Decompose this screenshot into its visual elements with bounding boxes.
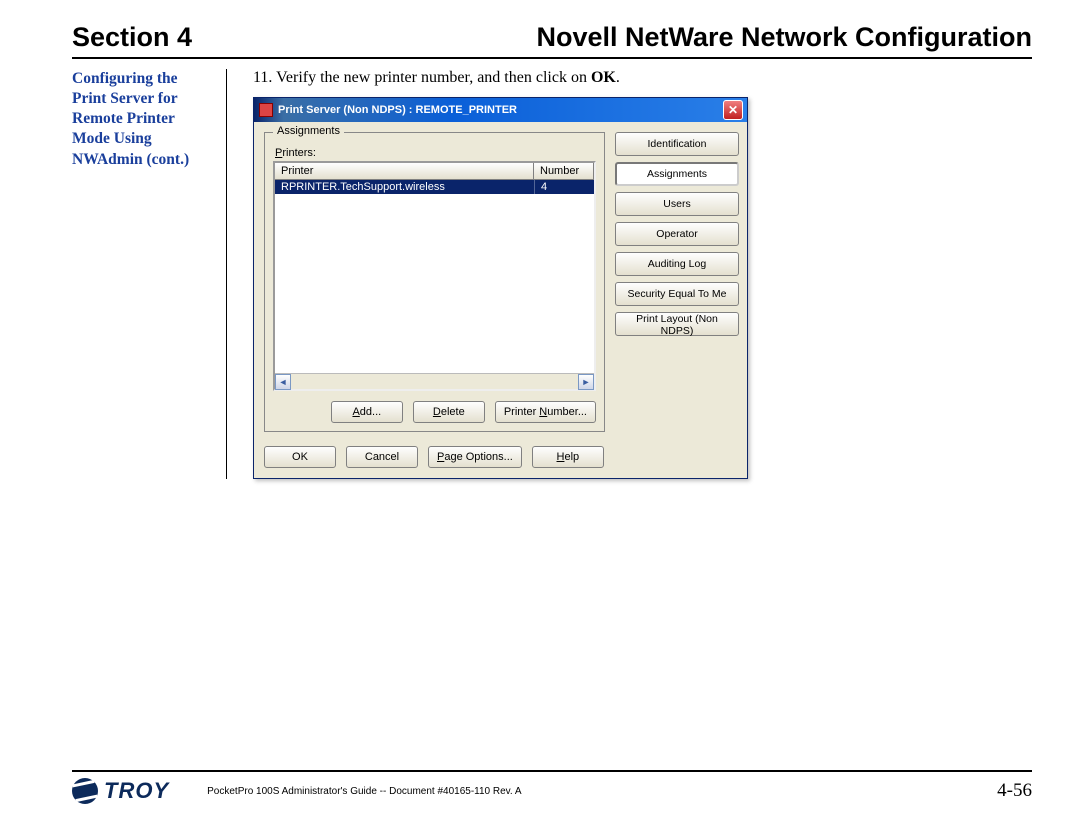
troy-logo-icon: [72, 778, 98, 804]
tab-operator[interactable]: Operator: [615, 222, 739, 246]
row-number: 4: [534, 180, 594, 194]
scroll-left-button[interactable]: ◄: [275, 374, 291, 390]
page-number: 4-56: [997, 780, 1032, 802]
list-row[interactable]: RPRINTER.TechSupport.wireless 4: [275, 180, 594, 194]
list-empty-area[interactable]: [275, 194, 594, 373]
group-legend: Assignments: [273, 125, 344, 137]
dialog-tab-panel: Identification Assignments Users Operato…: [613, 128, 741, 436]
step-number: 11.: [253, 69, 272, 86]
close-button[interactable]: ✕: [723, 100, 743, 120]
delete-u: D: [433, 406, 441, 418]
printers-label-rest: rinters:: [282, 147, 316, 159]
chapter-title: Novell NetWare Network Configuration: [536, 22, 1032, 53]
troy-logo: TROY: [72, 778, 169, 804]
sidebar-heading: Configuring the Print Server for Remote …: [72, 69, 214, 170]
page-options-button[interactable]: Page Options...: [428, 446, 522, 468]
app-icon: [259, 103, 273, 117]
tab-security-equal[interactable]: Security Equal To Me: [615, 282, 739, 306]
page-rest: age Options...: [444, 451, 513, 463]
add-rest: dd...: [360, 406, 381, 418]
tab-identification[interactable]: Identification: [615, 132, 739, 156]
printers-label: Printers:: [275, 147, 596, 159]
ok-button[interactable]: OK: [264, 446, 336, 468]
dialog-titlebar[interactable]: Print Server (Non NDPS) : REMOTE_PRINTER…: [254, 98, 747, 122]
add-u: A: [352, 406, 359, 418]
step-bold: OK: [591, 69, 616, 86]
assignments-groupbox: Assignments Printers: Printer Number: [264, 132, 605, 432]
step-prefix: Verify the new printer number, and then …: [276, 69, 591, 86]
pn-rest: umber...: [547, 406, 587, 418]
dialog-title: Print Server (Non NDPS) : REMOTE_PRINTER: [278, 104, 723, 116]
printer-number-button[interactable]: Printer Number...: [495, 401, 596, 423]
tab-assignments[interactable]: Assignments: [615, 162, 739, 186]
step-suffix: .: [616, 69, 620, 86]
troy-logo-text: TROY: [104, 778, 169, 804]
page-footer: TROY PocketPro 100S Administrator's Guid…: [72, 770, 1032, 804]
help-button[interactable]: Help: [532, 446, 604, 468]
doc-info: PocketPro 100S Administrator's Guide -- …: [169, 786, 997, 797]
main-content: 11. Verify the new printer number, and t…: [227, 69, 1032, 479]
delete-button[interactable]: Delete: [413, 401, 485, 423]
header-rule: [72, 57, 1032, 59]
header-printer[interactable]: Printer: [275, 163, 534, 179]
pn-pre: Printer: [504, 406, 539, 418]
close-icon: ✕: [728, 103, 738, 117]
sidebar: Configuring the Print Server for Remote …: [72, 69, 227, 479]
print-server-dialog: Print Server (Non NDPS) : REMOTE_PRINTER…: [253, 97, 748, 479]
chevron-left-icon: ◄: [279, 377, 288, 387]
tab-users[interactable]: Users: [615, 192, 739, 216]
help-rest: elp: [564, 451, 579, 463]
page-header: Section 4 Novell NetWare Network Configu…: [72, 22, 1032, 53]
tab-auditing-log[interactable]: Auditing Log: [615, 252, 739, 276]
section-label: Section 4: [72, 22, 192, 53]
step-instruction: 11. Verify the new printer number, and t…: [253, 69, 1032, 87]
delete-rest: elete: [441, 406, 465, 418]
list-header[interactable]: Printer Number: [275, 163, 594, 180]
header-number[interactable]: Number: [534, 163, 594, 179]
chevron-right-icon: ►: [582, 377, 591, 387]
cancel-button[interactable]: Cancel: [346, 446, 418, 468]
footer-rule: [72, 770, 1032, 772]
scroll-track[interactable]: [291, 374, 578, 389]
add-button[interactable]: Add...: [331, 401, 403, 423]
row-printer: RPRINTER.TechSupport.wireless: [275, 180, 534, 194]
scroll-right-button[interactable]: ►: [578, 374, 594, 390]
tab-print-layout[interactable]: Print Layout (Non NDPS): [615, 312, 739, 336]
scrollbar-horizontal[interactable]: ◄ ►: [275, 373, 594, 389]
printers-listbox[interactable]: Printer Number RPRINTER.TechSupport.wire…: [273, 161, 596, 391]
